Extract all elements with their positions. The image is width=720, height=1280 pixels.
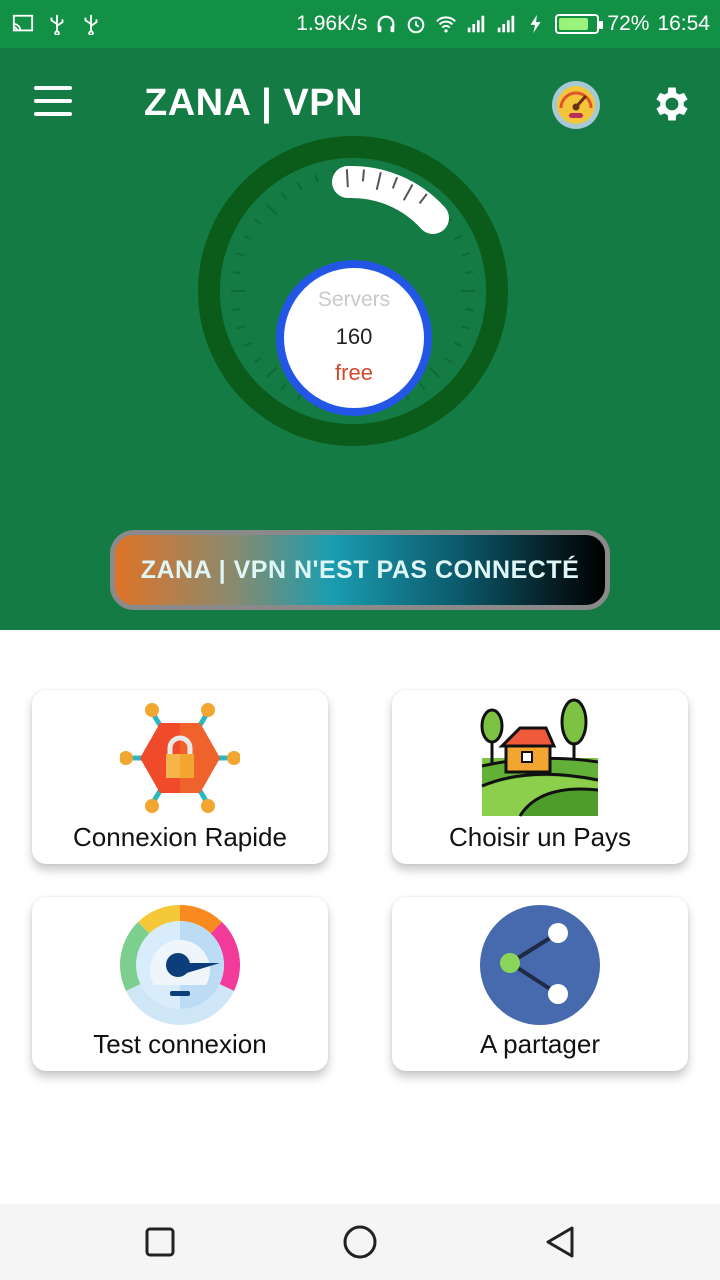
choose-country-label: Choisir un Pays: [448, 822, 632, 852]
server-count-circle: Servers 160 free: [276, 260, 432, 416]
servers-count: 160: [335, 324, 373, 349]
gauge-active-tick: [361, 169, 365, 182]
status-right-icons: 1.96K/s 72% 16:54: [296, 8, 710, 40]
gauge-tick: [232, 270, 241, 275]
signal-icon: [468, 15, 485, 33]
app-title: ZANA | VPN: [144, 82, 364, 124]
wifi-icon: [436, 16, 457, 33]
system-nav-bar: [0, 1204, 720, 1280]
share-icon: [480, 905, 600, 1025]
gauge-active-tick: [345, 169, 349, 188]
gauge-tick: [232, 307, 241, 312]
cast-icon: [12, 14, 34, 32]
clock: 16:54: [657, 12, 710, 35]
gauge-tick: [465, 307, 474, 312]
speed-test-card[interactable]: Test connexion: [32, 897, 328, 1071]
battery-icon: [555, 14, 604, 34]
share-label: A partager: [480, 1029, 600, 1059]
home-icon[interactable]: [340, 1222, 380, 1262]
usb-icon: [84, 14, 98, 35]
status-left-icons: [12, 12, 102, 36]
hamburger-menu-icon[interactable]: [34, 86, 78, 120]
usb-icon: [50, 14, 64, 35]
speedometer-icon[interactable]: [551, 80, 601, 130]
headphones-icon: [377, 15, 395, 33]
connection-status-button[interactable]: ZANA | VPN N'EST PAS CONNECTÉ: [110, 530, 610, 610]
gauge-tick: [465, 270, 474, 275]
servers-label: Servers: [317, 288, 391, 311]
charging-icon: [530, 14, 541, 34]
connection-status-text: ZANA | VPN N'EST PAS CONNECTÉ: [140, 555, 580, 584]
quick-connect-label: Connexion Rapide: [73, 822, 287, 852]
gear-icon[interactable]: [650, 82, 694, 126]
alarm-icon: [408, 16, 425, 34]
choose-country-card[interactable]: Choisir un Pays: [392, 690, 688, 864]
landscape-house-icon: [480, 698, 599, 817]
battery-percent: 72%: [607, 12, 650, 35]
quick-connect-card[interactable]: Connexion Rapide: [32, 690, 328, 864]
recent-apps-icon[interactable]: [140, 1222, 180, 1262]
share-card[interactable]: A partager: [392, 897, 688, 1071]
signal-icon: [498, 15, 515, 33]
status-bar: 1.96K/s 72% 16:54: [0, 0, 720, 48]
back-icon[interactable]: [540, 1222, 580, 1262]
speed-gauge-icon: [120, 905, 240, 1025]
speed-test-label: Test connexion: [93, 1029, 267, 1059]
servers-tier: free: [335, 360, 373, 385]
locked-network-icon: [120, 703, 240, 813]
network-speed: 1.96K/s: [296, 12, 368, 35]
